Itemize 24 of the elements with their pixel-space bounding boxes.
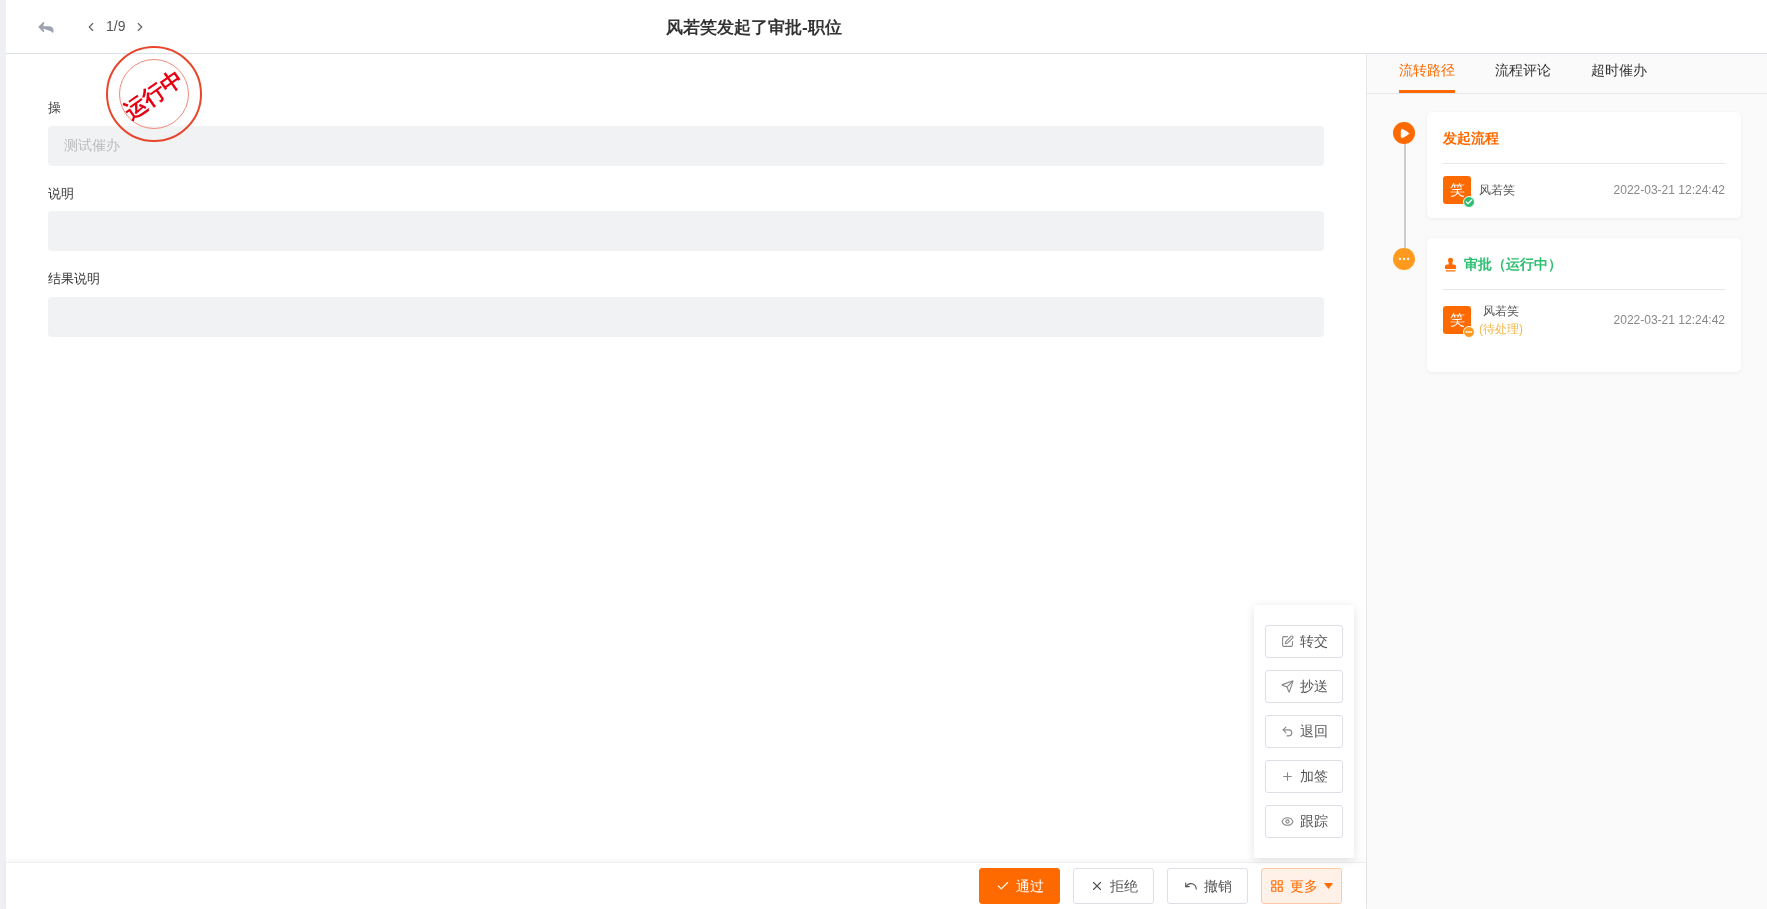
step-title: 发起流程 — [1443, 129, 1499, 148]
menu-button[interactable]: 加签 — [1265, 760, 1343, 793]
menu-button[interactable]: 抄送 — [1265, 670, 1343, 703]
page-counter: 1/9 — [106, 17, 126, 36]
field-label: 说明 — [48, 184, 74, 203]
status-stamp: 运行中 — [106, 46, 202, 142]
timestamp: 2022-03-21 12:24:42 — [1613, 182, 1725, 199]
user-name: 风若笑 — [1483, 303, 1519, 320]
field-label: 操 — [48, 99, 61, 117]
menu-button[interactable]: 退回 — [1265, 715, 1343, 748]
menu-button[interactable]: 跟踪 — [1265, 805, 1343, 838]
step-title: 审批（运行中） — [1464, 255, 1562, 274]
user-avatar: 笑 — [1443, 176, 1471, 204]
window-title: 风若笑发起了审批-职位 — [666, 17, 842, 39]
tab[interactable]: 流程评论 — [1495, 60, 1551, 93]
status-text: (待处理) — [1479, 321, 1523, 338]
action-button[interactable]: 拒绝 — [1073, 868, 1154, 904]
field-label: 结果说明 — [48, 270, 100, 288]
menu-button[interactable]: 转交 — [1265, 625, 1343, 658]
tab[interactable]: 超时催办 — [1591, 60, 1647, 93]
user-name: 风若笑 — [1479, 182, 1515, 199]
timestamp: 2022-03-21 12:24:42 — [1613, 312, 1725, 329]
user-avatar: 笑 — [1443, 306, 1471, 334]
action-button[interactable]: 撤销 — [1167, 868, 1248, 904]
